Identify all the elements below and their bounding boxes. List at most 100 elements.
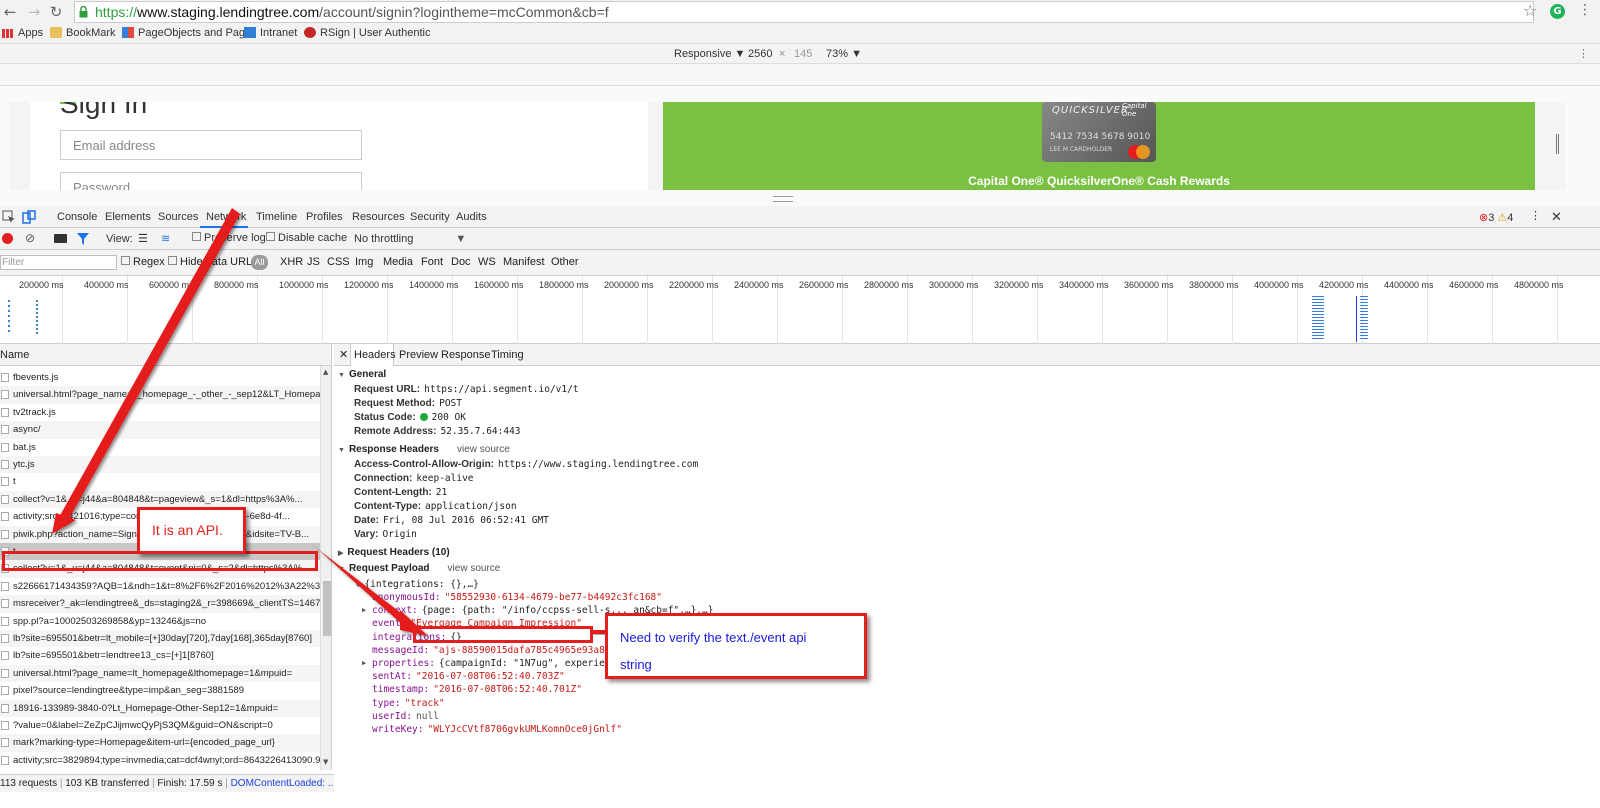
bookmark-intranet[interactable]: Intranet xyxy=(244,27,297,41)
bookmark-pageobjects[interactable]: PageObjects and Pag xyxy=(122,27,245,41)
tab-headers[interactable]: Headers xyxy=(354,349,396,361)
close-devtools-icon[interactable]: ✕ xyxy=(1551,209,1562,225)
request-row[interactable]: mark?marking-type=Homepage&item-url={enc… xyxy=(0,734,320,752)
scroll-thumb[interactable] xyxy=(323,581,331,636)
type-filter-js[interactable]: JS xyxy=(307,256,320,268)
request-row[interactable]: lb?site=695501&betr=lendtree13_cs=[+]1[8… xyxy=(0,647,320,664)
overview-icon[interactable]: ≋ xyxy=(161,232,170,245)
throttling-select[interactable]: No throttling ▼ xyxy=(354,233,466,245)
type-filter-img[interactable]: Img xyxy=(355,256,373,268)
request-row[interactable]: fbevents.js xyxy=(0,369,320,386)
network-overview[interactable]: 200000 ms 400000 ms 600000 ms 800000 ms 1000… xyxy=(0,276,1600,344)
type-filter-font[interactable]: Font xyxy=(421,256,443,268)
request-row[interactable]: t xyxy=(0,473,320,490)
grammarly-extension-icon[interactable]: G xyxy=(1550,4,1565,19)
record-icon[interactable] xyxy=(2,233,13,244)
tab-sources[interactable]: Sources xyxy=(158,211,198,223)
tab-console[interactable]: Console xyxy=(57,211,97,223)
request-row[interactable]: universal.html?page_name=lt_homepage_-_o… xyxy=(0,386,320,404)
bookmark-bookmark[interactable]: BookMark xyxy=(50,27,116,41)
collapsed-triangle-icon[interactable]: ▶ xyxy=(362,659,366,667)
zoom-select[interactable]: 73% ▼ xyxy=(826,48,862,60)
view-source-link[interactable]: view source xyxy=(457,444,510,455)
clear-icon[interactable]: ⊘ xyxy=(25,231,35,245)
section-request-headers[interactable]: ▶ Request Headers (10) xyxy=(338,547,450,558)
inspect-element-icon[interactable] xyxy=(2,210,16,224)
promo-banner[interactable]: Capital One QUICKSILVER 5412 7534 5678 9… xyxy=(663,102,1535,190)
viewport-resize-handle[interactable] xyxy=(1556,134,1559,154)
section-response-headers[interactable]: ▼ Response Headers view source xyxy=(338,444,510,455)
forward-arrow-icon[interactable]: → xyxy=(24,2,44,22)
tab-network[interactable]: Network xyxy=(206,211,246,223)
tab-timeline[interactable]: Timeline xyxy=(256,211,297,223)
request-row[interactable]: ytc.js xyxy=(0,456,320,474)
password-field[interactable]: Password xyxy=(60,172,362,190)
request-row[interactable]: lb?site=695501&betr=lt_mobile=[+]30day[7… xyxy=(0,630,320,648)
request-row[interactable]: ?value=0&label=ZeZpCJijmwcQyPjS3QM&guid=… xyxy=(0,717,320,734)
section-general[interactable]: ▼ General xyxy=(338,369,386,380)
regex-checkbox[interactable]: Regex xyxy=(121,256,165,268)
capture-screenshots-icon[interactable] xyxy=(54,234,67,243)
device-more-icon[interactable]: ⋮ xyxy=(1578,47,1589,60)
timeline-tick-label: 200000 ms xyxy=(19,280,64,290)
request-row[interactable]: 18916-133989-3840-0?Lt_Homepage-Other-Se… xyxy=(0,699,320,717)
chrome-menu-icon[interactable]: ⋮ xyxy=(1578,2,1592,18)
payload-field[interactable]: ▶ properties: {campaignId: "1N7ug", experi… xyxy=(362,658,639,669)
disable-cache-checkbox[interactable]: Disable cache xyxy=(266,232,347,244)
request-row[interactable]: s22666171434359?AQB=1&ndh=1&t=8%2F6%2F20… xyxy=(0,578,320,595)
filter-input[interactable]: Filter xyxy=(0,255,117,270)
request-row[interactable]: tv2track.js xyxy=(0,404,320,421)
type-filter-doc[interactable]: Doc xyxy=(451,256,471,268)
section-request-payload[interactable]: ▼ Request Payload view source xyxy=(338,563,500,574)
request-list-scrollbar[interactable]: ▲ ▼ xyxy=(320,366,332,770)
error-counter[interactable]: ⊗3 ⚠4 xyxy=(1479,211,1513,224)
collapsed-triangle-icon[interactable]: ▶ xyxy=(362,606,366,614)
reload-icon[interactable]: ↻ xyxy=(46,2,66,22)
large-rows-icon[interactable]: ☰ xyxy=(138,232,148,245)
scroll-down-arrow-icon[interactable]: ▼ xyxy=(323,758,328,766)
tab-security[interactable]: Security xyxy=(410,211,450,223)
request-row[interactable]: msreceiver?_ak=lendingtree&_ds=staging2&… xyxy=(0,595,320,613)
preserve-log-checkbox[interactable]: Preserve log xyxy=(192,232,266,244)
type-filter-other[interactable]: Other xyxy=(551,256,579,268)
device-width-input[interactable]: 2560 xyxy=(748,48,772,60)
bookmark-apps[interactable]: Apps xyxy=(2,27,43,41)
type-filter-all[interactable]: All xyxy=(251,255,268,270)
address-bar[interactable]: https://www.staging.lendingtree.com/acco… xyxy=(74,1,1534,23)
tab-elements[interactable]: Elements xyxy=(105,211,151,223)
request-row[interactable]: universal.html?page_name=lt_homepage&lth… xyxy=(0,664,320,683)
request-row[interactable]: bat.js xyxy=(0,439,320,456)
tab-response[interactable]: Response xyxy=(441,349,491,361)
hide-data-urls-checkbox[interactable]: Hide data URLs xyxy=(168,256,258,268)
close-detail-icon[interactable]: ✕ xyxy=(339,348,348,361)
request-row[interactable]: async/ xyxy=(0,421,320,439)
type-filter-manifest[interactable]: Manifest xyxy=(503,256,545,268)
type-filter-ws[interactable]: WS xyxy=(478,256,496,268)
tab-timing[interactable]: Timing xyxy=(491,349,524,361)
bookmark-star-icon[interactable]: ☆ xyxy=(1523,1,1537,20)
filter-icon[interactable] xyxy=(77,233,89,245)
type-filter-media[interactable]: Media xyxy=(383,256,413,268)
back-arrow-icon[interactable]: ← xyxy=(0,2,20,22)
device-mode-select[interactable]: Responsive ▼ xyxy=(674,48,745,60)
scroll-up-arrow-icon[interactable]: ▲ xyxy=(323,368,328,376)
payload-root[interactable]: ▼ {integrations: {},…} xyxy=(356,579,479,590)
tab-preview[interactable]: Preview xyxy=(399,349,438,361)
devtools-menu-icon[interactable]: ⋮ xyxy=(1530,209,1541,222)
type-filter-css[interactable]: CSS xyxy=(327,256,350,268)
request-row[interactable]: pixel?source=lendingtree&type=imp&an_seg… xyxy=(0,682,320,699)
request-row[interactable]: spp.pl?a=10002503269858&yp=13246&js=no xyxy=(0,613,320,630)
bookmark-rsign[interactable]: RSign | User Authentic xyxy=(304,27,430,41)
device-toggle-icon[interactable] xyxy=(22,210,36,224)
request-row[interactable]: activity;src=3829894;type=invmedia;cat=d… xyxy=(0,752,320,769)
tab-audits[interactable]: Audits xyxy=(456,211,487,223)
tab-resources[interactable]: Resources xyxy=(352,211,405,223)
drawer-resize-handle[interactable] xyxy=(773,196,793,202)
column-header-name[interactable]: Name xyxy=(0,344,332,366)
type-filter-xhr[interactable]: XHR xyxy=(280,256,303,268)
request-row[interactable]: collect?v=1&_v=j44&a=804848&t=pageview&_… xyxy=(0,490,320,509)
view-source-link[interactable]: view source xyxy=(448,563,501,574)
tab-profiles[interactable]: Profiles xyxy=(306,211,343,223)
device-height-input[interactable]: 145 xyxy=(794,48,812,60)
email-field[interactable]: Email address xyxy=(60,130,362,160)
